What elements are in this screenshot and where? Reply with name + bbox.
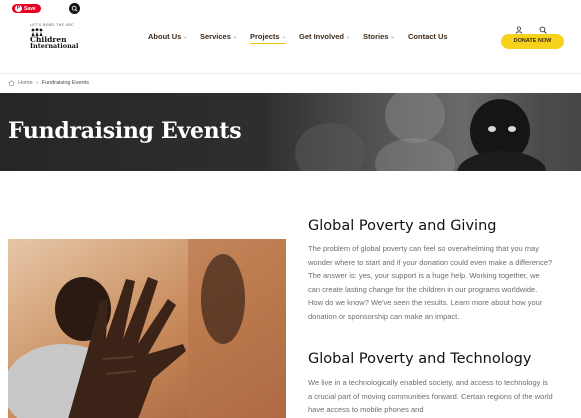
pinterest-icon: P <box>15 5 22 12</box>
nav-item-services[interactable]: Services ⌄ <box>200 32 237 41</box>
nav-item-projects[interactable]: Projects ⌄ <box>250 32 286 44</box>
nav-label: Services <box>200 32 231 41</box>
section-body-poverty-technology: We live in a technologically enabled soc… <box>308 378 553 414</box>
nav-label: Stories <box>363 32 389 41</box>
user-icon[interactable] <box>515 26 523 34</box>
logo-tagline: LET'S BEND THE ARC <box>30 23 75 27</box>
page-title: Fundraising Events <box>8 118 242 144</box>
chevron-down-icon: ⌄ <box>390 34 395 40</box>
nav-item-contact-us[interactable]: Contact Us <box>408 32 448 41</box>
nav-label: Contact Us <box>408 32 448 41</box>
breadcrumb-separator: » <box>35 80 39 86</box>
photo-image <box>8 239 286 418</box>
section-title-poverty-giving: Global Poverty and Giving <box>308 218 497 234</box>
section-title-poverty-technology: Global Poverty and Technology <box>308 351 532 367</box>
child-hand-photo <box>8 239 286 418</box>
donate-now-button[interactable]: DONATE NOW <box>501 34 564 49</box>
search-lens-icon <box>71 5 78 12</box>
chevron-down-icon: ⌄ <box>281 34 286 40</box>
breadcrumb-current: Fundraising Events <box>41 80 89 86</box>
section-body-poverty-giving: The problem of global poverty can feel s… <box>308 244 553 321</box>
nav-label: Get Involved <box>299 32 345 41</box>
breadcrumb: Home » Fundraising Events <box>8 80 89 86</box>
nav-label: Projects <box>250 32 280 41</box>
search-icon[interactable] <box>539 26 547 34</box>
nav-item-about-us[interactable]: About Us ⌄ <box>148 32 188 41</box>
breadcrumb-home-link[interactable]: Home <box>18 80 33 86</box>
pin-save-label: Save <box>24 5 36 12</box>
nav-label: About Us <box>148 32 182 41</box>
nav-item-get-involved[interactable]: Get Involved ⌄ <box>299 32 350 41</box>
chevron-down-icon: ⌄ <box>232 34 238 40</box>
chevron-down-icon: ⌄ <box>346 34 351 40</box>
chevron-down-icon: ⌄ <box>183 34 188 40</box>
site-logo[interactable]: LET'S BEND THE ARC Children Internationa… <box>21 23 81 53</box>
search-lens-button[interactable] <box>69 3 80 14</box>
header-divider <box>0 73 581 74</box>
home-icon <box>8 80 15 86</box>
logo-wordmark-line2: International <box>30 42 79 50</box>
nav-item-stories[interactable]: Stories ⌄ <box>363 32 395 41</box>
pinterest-save-button[interactable]: P Save <box>12 4 41 13</box>
